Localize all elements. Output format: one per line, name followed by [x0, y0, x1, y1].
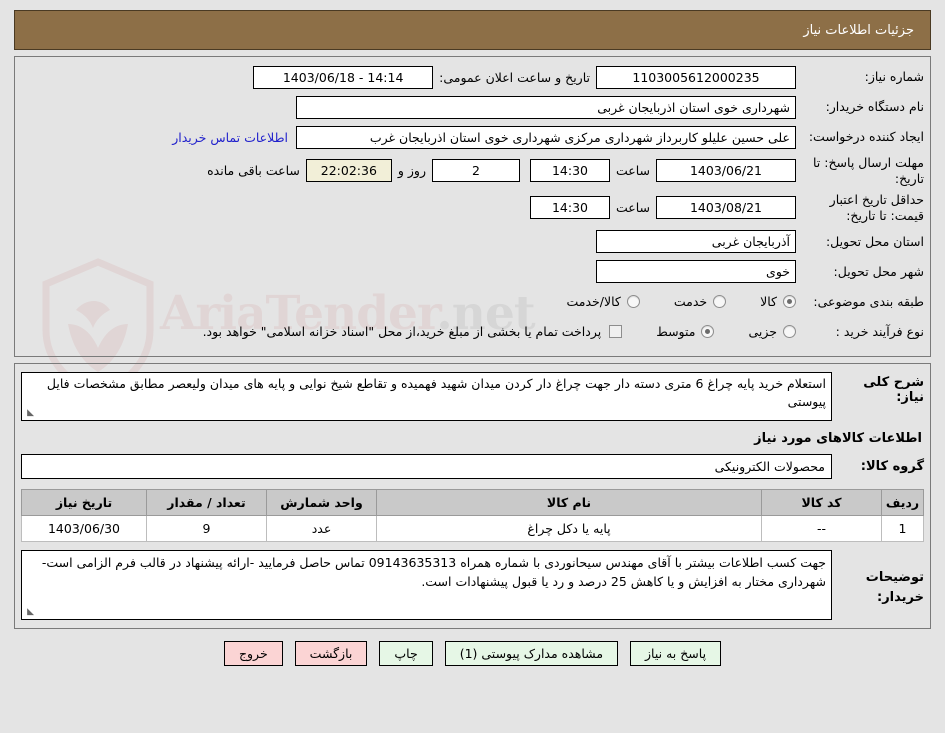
city-value: خوی [596, 260, 796, 283]
exit-button[interactable]: خروج [223, 641, 283, 666]
category-option-khedmat[interactable]: خدمت [673, 294, 727, 309]
price-validity-date-value: 1403/08/21 [656, 196, 796, 220]
page-title: جزئیات اطلاعات نیاز [803, 22, 914, 38]
col-header-date: تاریخ نیاز [21, 489, 147, 516]
buyer-org-label: نام دستگاه خریدار: [825, 99, 924, 115]
treasury-checkbox-label: پرداخت تمام یا بخشی از مبلغ خرید،از محل … [202, 324, 602, 339]
description-textarea[interactable]: استعلام خرید پایه چراغ 6 متری دسته دار ج… [21, 371, 832, 421]
process-option-motavaset[interactable]: متوسط [656, 324, 715, 339]
creator-label: ایجاد کننده درخواست: [808, 129, 924, 145]
page-root: AriaTender.net جزئیات اطلاعات نیاز شماره… [0, 0, 945, 733]
resize-grip-icon[interactable]: ◣ [24, 409, 34, 419]
days-remaining-value: 2 [431, 159, 520, 183]
resize-grip-icon[interactable]: ◣ [24, 608, 34, 618]
price-validity-hour-label: ساعت [615, 200, 650, 216]
items-table: ردیف کد کالا نام کالا واحد شمارش تعداد /… [21, 489, 924, 542]
col-header-qty: تعداد / مقدار [146, 489, 267, 516]
description-row: شرح کلی نیاز: استعلام خرید پایه چراغ 6 م… [21, 371, 924, 421]
cell-radif: 1 [881, 515, 924, 542]
process-option-jozii[interactable]: جزیی [748, 324, 796, 339]
cell-date: 1403/06/30 [21, 515, 147, 542]
cell-qty: 9 [146, 515, 267, 542]
need-number-value: 1103005612000235 [596, 65, 796, 89]
row-buyer-org: نام دستگاه خریدار: شهرداری خوی استان اذر… [21, 95, 924, 119]
deadline-date-value: 1403/06/21 [656, 159, 796, 183]
deadline-time-value: 14:30 [529, 159, 610, 183]
price-validity-time-value: 14:30 [529, 196, 610, 220]
radio-icon [701, 325, 715, 338]
category-radio-group: کالا خدمت کالا/خدمت [532, 294, 796, 309]
category-option-khedmat-label: خدمت [673, 294, 708, 309]
need-info-panel: شماره نیاز: 1103005612000235 تاریخ و ساع… [14, 56, 931, 357]
group-value: محصولات الکترونیکی [21, 454, 832, 479]
buyer-notes-textarea[interactable]: جهت کسب اطلاعات بیشتر با آقای مهندس سیحا… [21, 550, 832, 620]
row-creator: ایجاد کننده درخواست: علی حسین علیلو کارب… [21, 125, 924, 149]
description-value: استعلام خرید پایه چراغ 6 متری دسته دار ج… [46, 375, 826, 410]
category-option-kala-khedmat-label: کالا/خدمت [566, 294, 621, 309]
public-announce-value: 14:14 - 1403/06/18 [253, 65, 434, 89]
row-response-deadline: مهلت ارسال پاسخ: تا تاریخ: 1403/06/21 سا… [21, 155, 924, 186]
buyer-contact-link[interactable]: اطلاعات تماس خریدار [164, 130, 296, 145]
need-details-panel: شرح کلی نیاز: استعلام خرید پایه چراغ 6 م… [14, 362, 931, 629]
table-row: 1 -- پایه یا دکل چراغ عدد 9 1403/06/30 [21, 515, 924, 542]
creator-value: علی حسین علیلو کاربرداز شهرداری مرکزی شه… [296, 125, 796, 149]
row-need-number: شماره نیاز: 1103005612000235 تاریخ و ساع… [21, 65, 924, 89]
deadline-hour-label: ساعت [615, 163, 650, 179]
process-option-motavaset-label: متوسط [656, 324, 696, 339]
row-price-validity: حداقل تاریخ اعتبار قیمت: تا تاریخ: 1403/… [21, 192, 924, 223]
countdown-timer: 22:02:36 [305, 159, 392, 183]
cell-code: -- [761, 515, 882, 542]
radio-icon [626, 295, 640, 308]
province-value: آذربایجان غربی [596, 230, 796, 253]
cell-name: پایه یا دکل چراغ [376, 515, 762, 542]
category-label: طبقه بندی موضوعی: [813, 293, 924, 309]
buyer-notes-value: جهت کسب اطلاعات بیشتر با آقای مهندس سیحا… [41, 555, 826, 590]
description-label: شرح کلی نیاز: [863, 374, 924, 405]
category-option-kala-label: کالا [760, 294, 777, 309]
process-label: نوع فرآیند خرید : [835, 323, 924, 339]
print-button[interactable]: چاپ [379, 641, 433, 666]
checkbox-icon [609, 325, 623, 338]
remaining-word-label: ساعت باقی مانده [207, 163, 300, 179]
deadline-label: مهلت ارسال پاسخ: تا تاریخ: [813, 155, 924, 186]
row-province: استان محل تحویل: آذربایجان غربی [21, 230, 924, 254]
category-option-kala[interactable]: کالا [760, 294, 796, 309]
row-city: شهر محل تحویل: خوی [21, 260, 924, 284]
treasury-checkbox-item[interactable]: پرداخت تمام یا بخشی از مبلغ خرید،از محل … [203, 324, 623, 339]
group-label: گروه کالا: [860, 459, 924, 474]
group-row: گروه کالا: محصولات الکترونیکی [21, 454, 924, 479]
col-header-code: کد کالا [761, 489, 882, 516]
table-header-row: ردیف کد کالا نام کالا واحد شمارش تعداد /… [21, 489, 924, 516]
buyer-notes-label: توضیحات خریدار: [865, 570, 924, 605]
radio-icon [783, 295, 796, 308]
window-titlebar: جزئیات اطلاعات نیاز [14, 10, 931, 50]
col-header-unit: واحد شمارش [266, 489, 377, 516]
row-category: طبقه بندی موضوعی: کالا خدمت کالا/خدمت [21, 290, 924, 314]
public-announce-label: تاریخ و ساعت اعلان عمومی: [439, 69, 590, 85]
category-option-kala-khedmat[interactable]: کالا/خدمت [566, 294, 640, 309]
days-word-label: روز و [397, 163, 426, 179]
col-header-name: نام کالا [376, 489, 762, 516]
radio-icon [783, 325, 796, 338]
price-validity-label: حداقل تاریخ اعتبار قیمت: تا تاریخ: [829, 192, 924, 223]
action-button-bar: پاسخ به نیاز مشاهده مدارک پیوستی (1) چاپ… [14, 641, 931, 666]
items-section-heading: اطلاعات کالاهای مورد نیاز [754, 431, 922, 446]
process-option-jozii-label: جزیی [748, 324, 777, 339]
view-attachments-button[interactable]: مشاهده مدارک پیوستی (1) [444, 641, 619, 666]
radio-icon [713, 295, 727, 308]
col-header-radif: ردیف [881, 489, 924, 516]
cell-unit: عدد [266, 515, 377, 542]
buyer-notes-row: توضیحات خریدار: جهت کسب اطلاعات بیشتر با… [21, 550, 924, 620]
city-label: شهر محل تحویل: [833, 263, 924, 279]
buyer-org-value: شهرداری خوی استان اذربایجان غربی [296, 95, 796, 119]
row-process-type: نوع فرآیند خرید : جزیی متوسط پرداخت تمام… [21, 320, 924, 344]
back-button[interactable]: بازگشت [294, 641, 368, 666]
process-radio-group: جزیی متوسط پرداخت تمام یا بخشی از مبلغ خ… [169, 324, 796, 339]
respond-to-need-button[interactable]: پاسخ به نیاز [630, 641, 722, 666]
need-number-label: شماره نیاز: [864, 69, 924, 85]
province-label: استان محل تحویل: [825, 233, 924, 249]
